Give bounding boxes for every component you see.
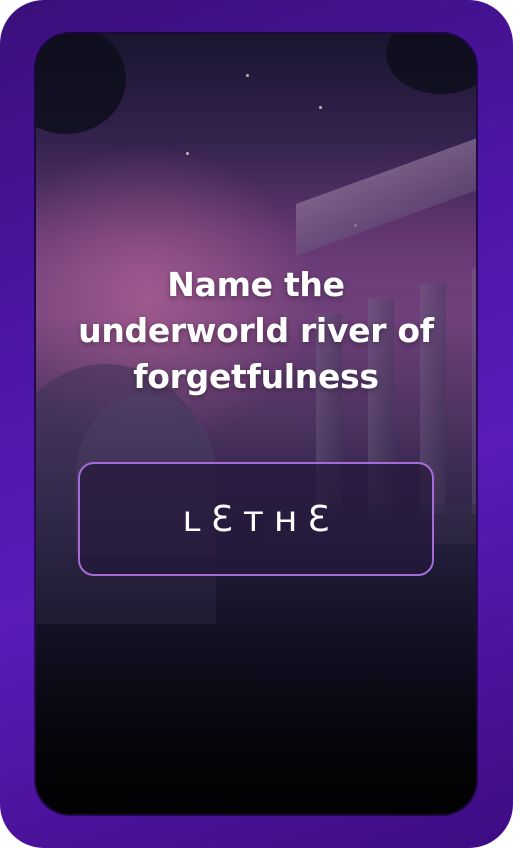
answer-box[interactable]: ʟƐᴛʜƐ	[78, 462, 434, 576]
answer-glyphs: ʟƐᴛʜƐ	[182, 498, 340, 540]
question-text: Name the underworld river of forgetfulne…	[78, 265, 434, 396]
scene-shade	[36, 34, 476, 814]
game-screen: Name the underworld river of forgetfulne…	[36, 34, 476, 814]
device-frame: Name the underworld river of forgetfulne…	[0, 0, 513, 848]
background-scene	[36, 34, 476, 814]
